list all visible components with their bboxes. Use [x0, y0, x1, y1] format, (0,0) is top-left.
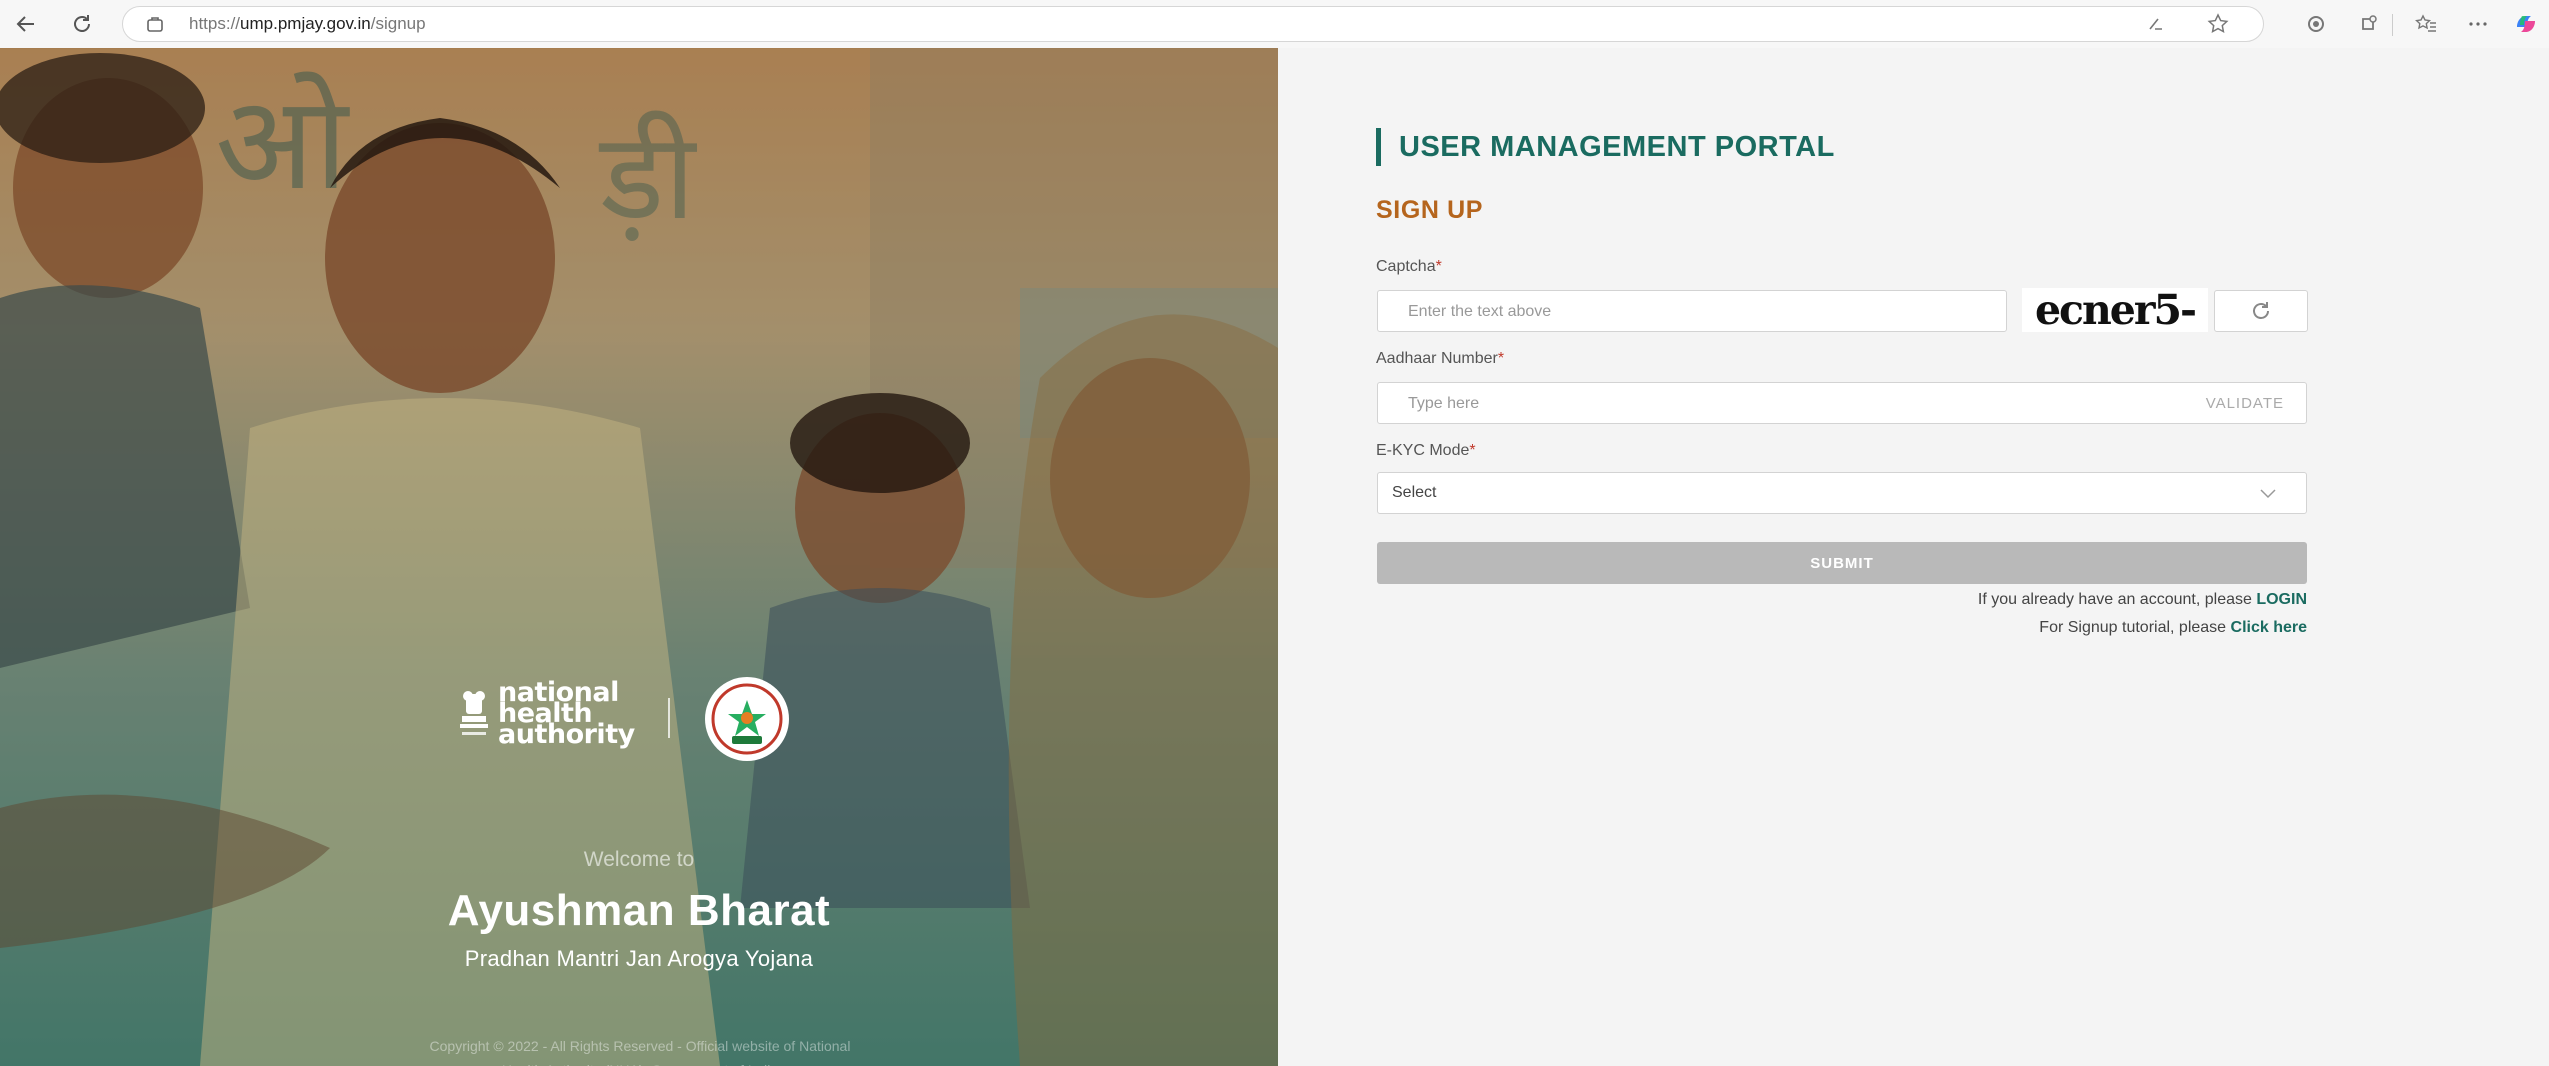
signup-heading: SIGN UP — [1376, 196, 1483, 224]
tutorial-link[interactable]: Click here — [2231, 619, 2307, 636]
hero-title: Ayushman Bharat — [447, 886, 831, 935]
refresh-icon — [2253, 302, 2269, 319]
copyright-text: Copyright © 2022 - All Rights Reserved -… — [429, 1038, 851, 1066]
more-options-icon[interactable] — [2462, 8, 2494, 40]
national-emblem-icon — [460, 691, 488, 735]
portal-title: USER MANAGEMENT PORTAL — [1376, 128, 1835, 166]
read-aloud-icon[interactable] — [2140, 8, 2172, 40]
back-icon[interactable] — [10, 8, 42, 40]
logo-divider — [668, 698, 670, 738]
captcha-image: ecner5- — [2022, 286, 2208, 334]
pmjay-logo-icon — [705, 677, 789, 761]
captcha-label: Captcha* — [1376, 258, 1442, 275]
submit-button[interactable]: SUBMIT — [1377, 542, 2307, 584]
refresh-page-icon[interactable] — [66, 8, 98, 40]
welcome-text: Welcome to — [583, 848, 695, 871]
partner-logos: national health authority — [450, 676, 800, 762]
chevron-down-icon — [2260, 489, 2276, 499]
login-prompt: If you already have an account, please L… — [1977, 591, 2307, 608]
hero-subtitle: Pradhan Mantri Jan Arogya Yojana — [464, 946, 814, 971]
copilot-icon[interactable] — [2510, 8, 2542, 40]
address-bar[interactable]: https://ump.pmjay.gov.in/signup — [122, 6, 2264, 42]
url-text: https://ump.pmjay.gov.in/signup — [189, 14, 426, 33]
browser-toolbar: https://ump.pmjay.gov.in/signup — [0, 0, 2549, 49]
login-link[interactable]: LOGIN — [2256, 591, 2307, 608]
ekyc-mode-select[interactable]: Select — [1377, 472, 2307, 514]
nha-logo-text: national health authority — [498, 677, 635, 750]
site-info-icon[interactable] — [145, 14, 165, 34]
validate-button[interactable]: VALIDATE — [2206, 395, 2284, 412]
hero-panel: ओ ड़ी national health authority Welcome … — [0, 48, 1278, 1066]
aadhaar-label: Aadhaar Number* — [1376, 350, 1505, 367]
captcha-refresh-button[interactable] — [2214, 290, 2308, 332]
tutorial-prompt: For Signup tutorial, please Click here — [2039, 619, 2307, 636]
ekyc-label: E-KYC Mode* — [1376, 442, 1476, 459]
captcha-input[interactable]: Enter the text above — [1377, 290, 2007, 332]
toolbar-divider — [2392, 14, 2393, 36]
favorites-icon[interactable] — [2410, 8, 2442, 40]
favorite-star-icon[interactable] — [2202, 8, 2234, 40]
extension-icon[interactable] — [2300, 8, 2332, 40]
browser-essentials-icon[interactable] — [2352, 8, 2384, 40]
aadhaar-input[interactable]: Type here VALIDATE — [1377, 382, 2307, 424]
